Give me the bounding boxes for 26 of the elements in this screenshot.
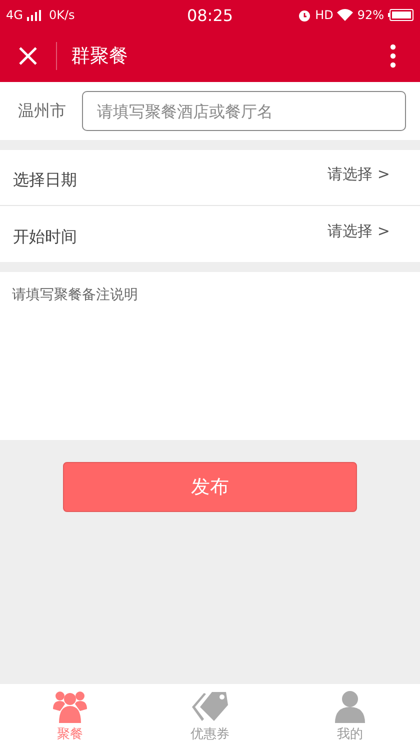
battery-level: 92% (357, 8, 384, 22)
more-icon (390, 44, 396, 68)
person-icon (334, 691, 366, 723)
publish-button[interactable]: 发布 (63, 462, 357, 512)
tab[interactable]: 我的 (280, 684, 420, 747)
select-link[interactable]: 请选择 > (328, 222, 390, 240)
city-label[interactable]: 温州市 (18, 100, 66, 122)
field-label: 选择日期 (13, 170, 77, 191)
battery-icon (388, 9, 414, 21)
hd-label: HD (315, 8, 334, 22)
close-icon (18, 46, 38, 66)
people-icon (52, 691, 88, 723)
clock: 08:25 (186, 6, 234, 24)
network-speed: 0K/s (48, 8, 75, 22)
restaurant-input[interactable]: 请填写聚餐酒店或餐厅名 (82, 91, 406, 131)
tab[interactable]: 聚餐 (0, 684, 140, 747)
wifi-icon (337, 9, 354, 21)
page-title: 群聚餐 (70, 44, 129, 69)
notes-input[interactable]: 请填写聚餐备注说明 (0, 272, 420, 440)
signal-icon (26, 10, 41, 20)
field-label: 开始时间 (13, 226, 77, 248)
tag-icon (190, 691, 230, 723)
tab[interactable]: 优惠券 (140, 684, 280, 747)
select-link[interactable]: 请选择 > (328, 165, 390, 184)
network-label: 4G (6, 8, 23, 22)
alarm-icon (298, 8, 312, 22)
